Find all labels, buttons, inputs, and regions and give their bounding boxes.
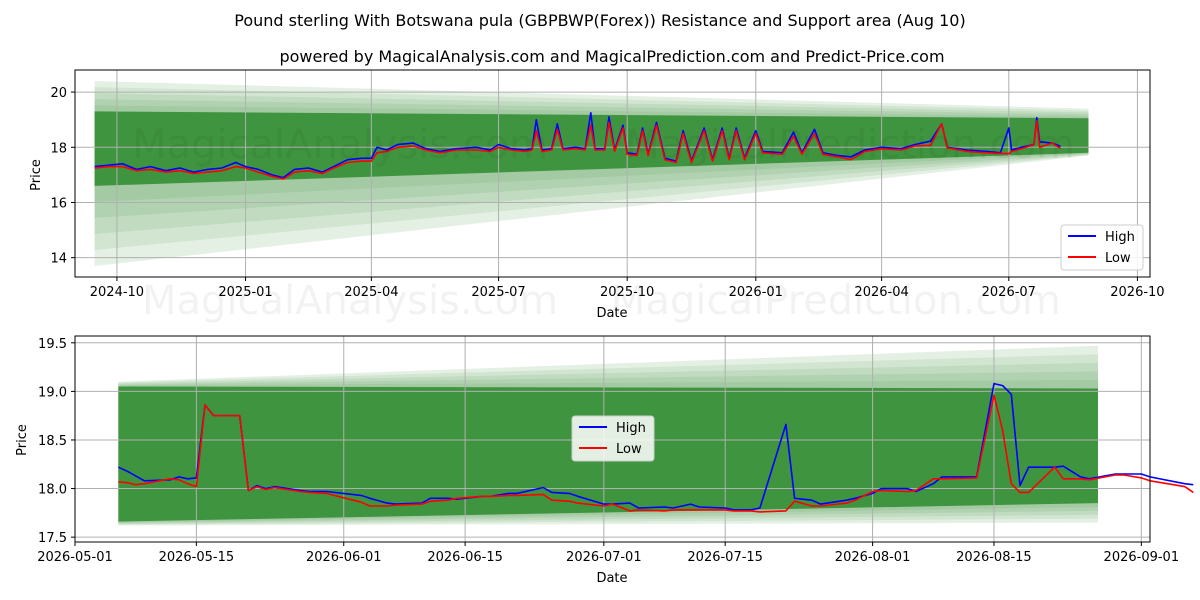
y-tick-label: 19.0 bbox=[38, 385, 67, 400]
chart-subtitle: powered by MagicalAnalysis.com and Magic… bbox=[279, 47, 944, 66]
watermark-left: MagicalAnalysis.com bbox=[132, 122, 548, 168]
legend-top-low-label: Low bbox=[1105, 251, 1131, 266]
zoom-panel: 2026-05-01 2026-05-15 2026-06-01 2026-06-15… bbox=[15, 335, 1194, 586]
x-tick-label: 2026-09-01 bbox=[1104, 550, 1180, 565]
legend-bottom-low-label: Low bbox=[616, 442, 642, 457]
x-tick-label: 2026-05-01 bbox=[37, 550, 113, 565]
y-tick-label: 20 bbox=[50, 86, 67, 101]
y-tick-label: 16 bbox=[50, 196, 67, 211]
y-tick-label: 19.5 bbox=[38, 337, 67, 352]
x-tick-label: 2026-08-15 bbox=[956, 550, 1032, 565]
y-axis-label-top: Price bbox=[29, 159, 44, 191]
x-tick-label: 2026-06-15 bbox=[427, 550, 503, 565]
x-axis-label-bottom: Date bbox=[596, 571, 627, 586]
y-tick-label: 18 bbox=[50, 141, 67, 156]
chart-title: Pound sterling With Botswana pula (GBPBW… bbox=[234, 11, 965, 30]
overview-panel: 2024-10 2025-01 2025-04 2025-07 2025-10 2026-… bbox=[29, 69, 1165, 324]
y-axis-label-bottom: Price bbox=[15, 424, 30, 456]
legend-bottom: High Low bbox=[571, 415, 655, 462]
watermark-right-lower: MagicalPrediction.com bbox=[611, 278, 1061, 324]
watermark-right: MagicalPrediction.com bbox=[625, 122, 1075, 168]
legend-bottom-high-label: High bbox=[616, 421, 646, 436]
x-tick-label: 2026-08-01 bbox=[835, 550, 911, 565]
y-tick-label: 18.5 bbox=[38, 434, 67, 449]
x-tick-label: 2024-10 bbox=[90, 285, 144, 300]
y-tick-label: 18.0 bbox=[38, 483, 67, 498]
x-tick-label: 2026-07-01 bbox=[566, 550, 642, 565]
plot-area-0: 2024-10 2025-01 2025-04 2025-07 2025-10 2026-… bbox=[50, 69, 1165, 300]
x-tick-label: 2026-05-15 bbox=[159, 550, 235, 565]
y-tick-label: 14 bbox=[50, 252, 67, 267]
x-tick-label: 2026-07-15 bbox=[687, 550, 763, 565]
legend-top-high-label: High bbox=[1105, 230, 1135, 245]
forex-chart-figure: Pound sterling With Botswana pula (GBPBW… bbox=[15, 11, 1194, 586]
x-axis-label-top: Date bbox=[596, 306, 627, 321]
x-tick-label: 2026-06-01 bbox=[306, 550, 382, 565]
legend-top: High Low bbox=[1060, 224, 1144, 271]
x-tick-label: 2026-10 bbox=[1110, 285, 1164, 300]
y-tick-label: 17.5 bbox=[38, 531, 67, 546]
watermark-left-lower: MagicalAnalysis.com bbox=[142, 278, 558, 324]
